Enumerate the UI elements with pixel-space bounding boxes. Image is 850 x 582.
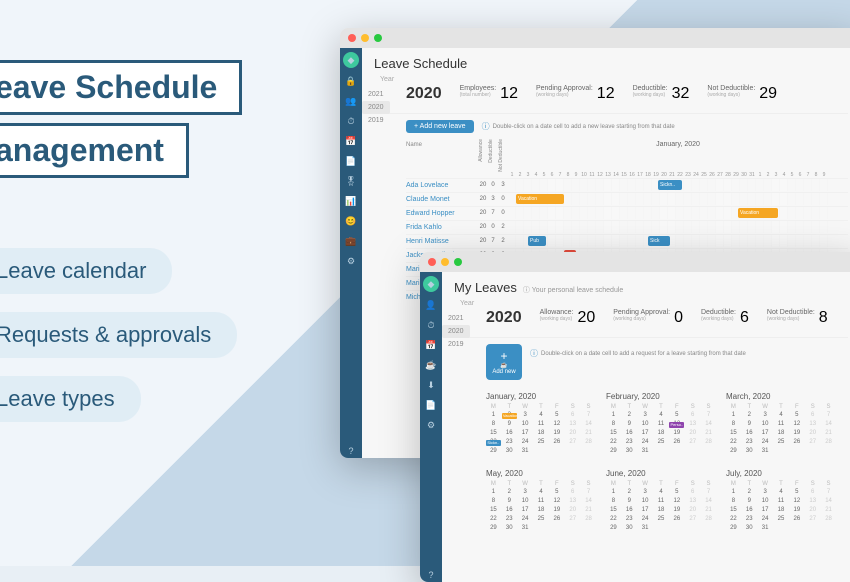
- mug-icon[interactable]: ☕: [424, 358, 438, 372]
- add-new-button[interactable]: +☕Add new: [486, 344, 522, 380]
- download-icon[interactable]: ⬇: [424, 378, 438, 392]
- logo-icon[interactable]: ◆: [343, 52, 359, 68]
- year-label: Year: [454, 300, 480, 307]
- briefcase-icon[interactable]: 💼: [344, 234, 358, 248]
- stats-row: 2020 Employees:(total number)12 Pending …: [374, 79, 848, 114]
- employee-row[interactable]: Henri Matisse2072PubSick: [406, 234, 848, 248]
- year-option[interactable]: 2019: [362, 114, 390, 127]
- badge-icon[interactable]: 🎖: [344, 174, 358, 188]
- calendar-icon[interactable]: 📅: [344, 134, 358, 148]
- mini-calendar[interactable]: July, 2020MTWTFSS12345678910111213141516…: [726, 469, 836, 532]
- year-label: Year: [374, 76, 400, 83]
- close-icon[interactable]: [348, 34, 356, 42]
- mini-calendar[interactable]: January, 2020MTWTFSS12Vacation3456789101…: [486, 392, 596, 455]
- clock-icon[interactable]: ⏱: [344, 114, 358, 128]
- selected-year: 2020: [486, 309, 522, 327]
- logo-icon[interactable]: ◆: [423, 276, 439, 292]
- clock-icon[interactable]: ⏱: [424, 318, 438, 332]
- stats-row: 2020 Allowance:(working days)20 Pending …: [454, 303, 848, 338]
- hero-title-1: eave Schedule: [0, 60, 242, 115]
- gear-icon[interactable]: ⚙: [424, 418, 438, 432]
- titlebar[interactable]: [340, 28, 850, 48]
- employee-row[interactable]: Edward Hopper2070Vacation: [406, 206, 848, 220]
- my-leaves-window: ◆ 👤 ⏱ 📅 ☕ ⬇ 📄 ⚙ ? My Leavesⓘ Your person…: [420, 252, 850, 582]
- mini-calendar[interactable]: May, 2020MTWTFSS123456789101112131415161…: [486, 469, 596, 532]
- feature-pill: Leave calendar: [0, 248, 172, 294]
- hero-panel: eave Schedule anagement Leave calendar R…: [0, 60, 242, 440]
- maximize-icon[interactable]: [374, 34, 382, 42]
- app-sidebar: ◆ 🔒 👥 ⏱ 📅 📄 🎖 📊 😊 💼 ⚙ ?: [340, 48, 362, 458]
- name-header: Name: [406, 139, 478, 172]
- help-icon[interactable]: ?: [424, 568, 438, 582]
- year-option[interactable]: 2019: [442, 338, 470, 351]
- year-option-selected[interactable]: 2020: [442, 325, 470, 338]
- maximize-icon[interactable]: [454, 258, 462, 266]
- mini-calendar[interactable]: February, 2020MTWTFSS123456789101112Pers…: [606, 392, 716, 455]
- page-title: My Leavesⓘ Your personal leave schedule: [454, 280, 848, 295]
- help-icon[interactable]: ?: [344, 444, 358, 458]
- close-icon[interactable]: [428, 258, 436, 266]
- mini-calendar[interactable]: March, 2020MTWTFSS1234567891011121314151…: [726, 392, 836, 455]
- calendar-icon[interactable]: 📅: [424, 338, 438, 352]
- people-icon[interactable]: 👥: [344, 94, 358, 108]
- add-leave-button[interactable]: Add new leave: [406, 120, 474, 133]
- feature-pill: Requests & approvals: [0, 312, 237, 358]
- feature-pill: Leave types: [0, 376, 141, 422]
- app-sidebar: ◆ 👤 ⏱ 📅 ☕ ⬇ 📄 ⚙ ?: [420, 272, 442, 582]
- doc-icon[interactable]: 📄: [344, 154, 358, 168]
- titlebar[interactable]: [420, 252, 850, 272]
- selected-year: 2020: [406, 85, 442, 103]
- hint-text: Double-click on a date cell to add a new…: [482, 121, 675, 132]
- hint-text: Double-click on a date cell to add a req…: [530, 348, 746, 359]
- chart-icon[interactable]: 📊: [344, 194, 358, 208]
- employee-row[interactable]: Ada Lovelace2003Sickn..: [406, 178, 848, 192]
- employee-row[interactable]: Frida Kahlo2002: [406, 220, 848, 234]
- doc-icon[interactable]: 📄: [424, 398, 438, 412]
- page-title: Leave Schedule: [374, 56, 848, 71]
- lock-icon[interactable]: 🔒: [344, 74, 358, 88]
- year-option[interactable]: 2021: [362, 88, 390, 101]
- year-option-selected[interactable]: 2020: [362, 101, 390, 114]
- year-option[interactable]: 2021: [442, 312, 470, 325]
- user-icon[interactable]: 👤: [424, 298, 438, 312]
- month-header: January, 2020: [508, 139, 848, 172]
- minimize-icon[interactable]: [441, 258, 449, 266]
- hero-title-2: anagement: [0, 123, 189, 178]
- employee-row[interactable]: Claude Monet2030Vacation: [406, 192, 848, 206]
- minimize-icon[interactable]: [361, 34, 369, 42]
- subtitle: ⓘ Your personal leave schedule: [523, 287, 623, 294]
- gear-icon[interactable]: ⚙: [344, 254, 358, 268]
- mini-calendar[interactable]: June, 2020MTWTFSS12345678910111213141516…: [606, 469, 716, 532]
- emoji-icon[interactable]: 😊: [344, 214, 358, 228]
